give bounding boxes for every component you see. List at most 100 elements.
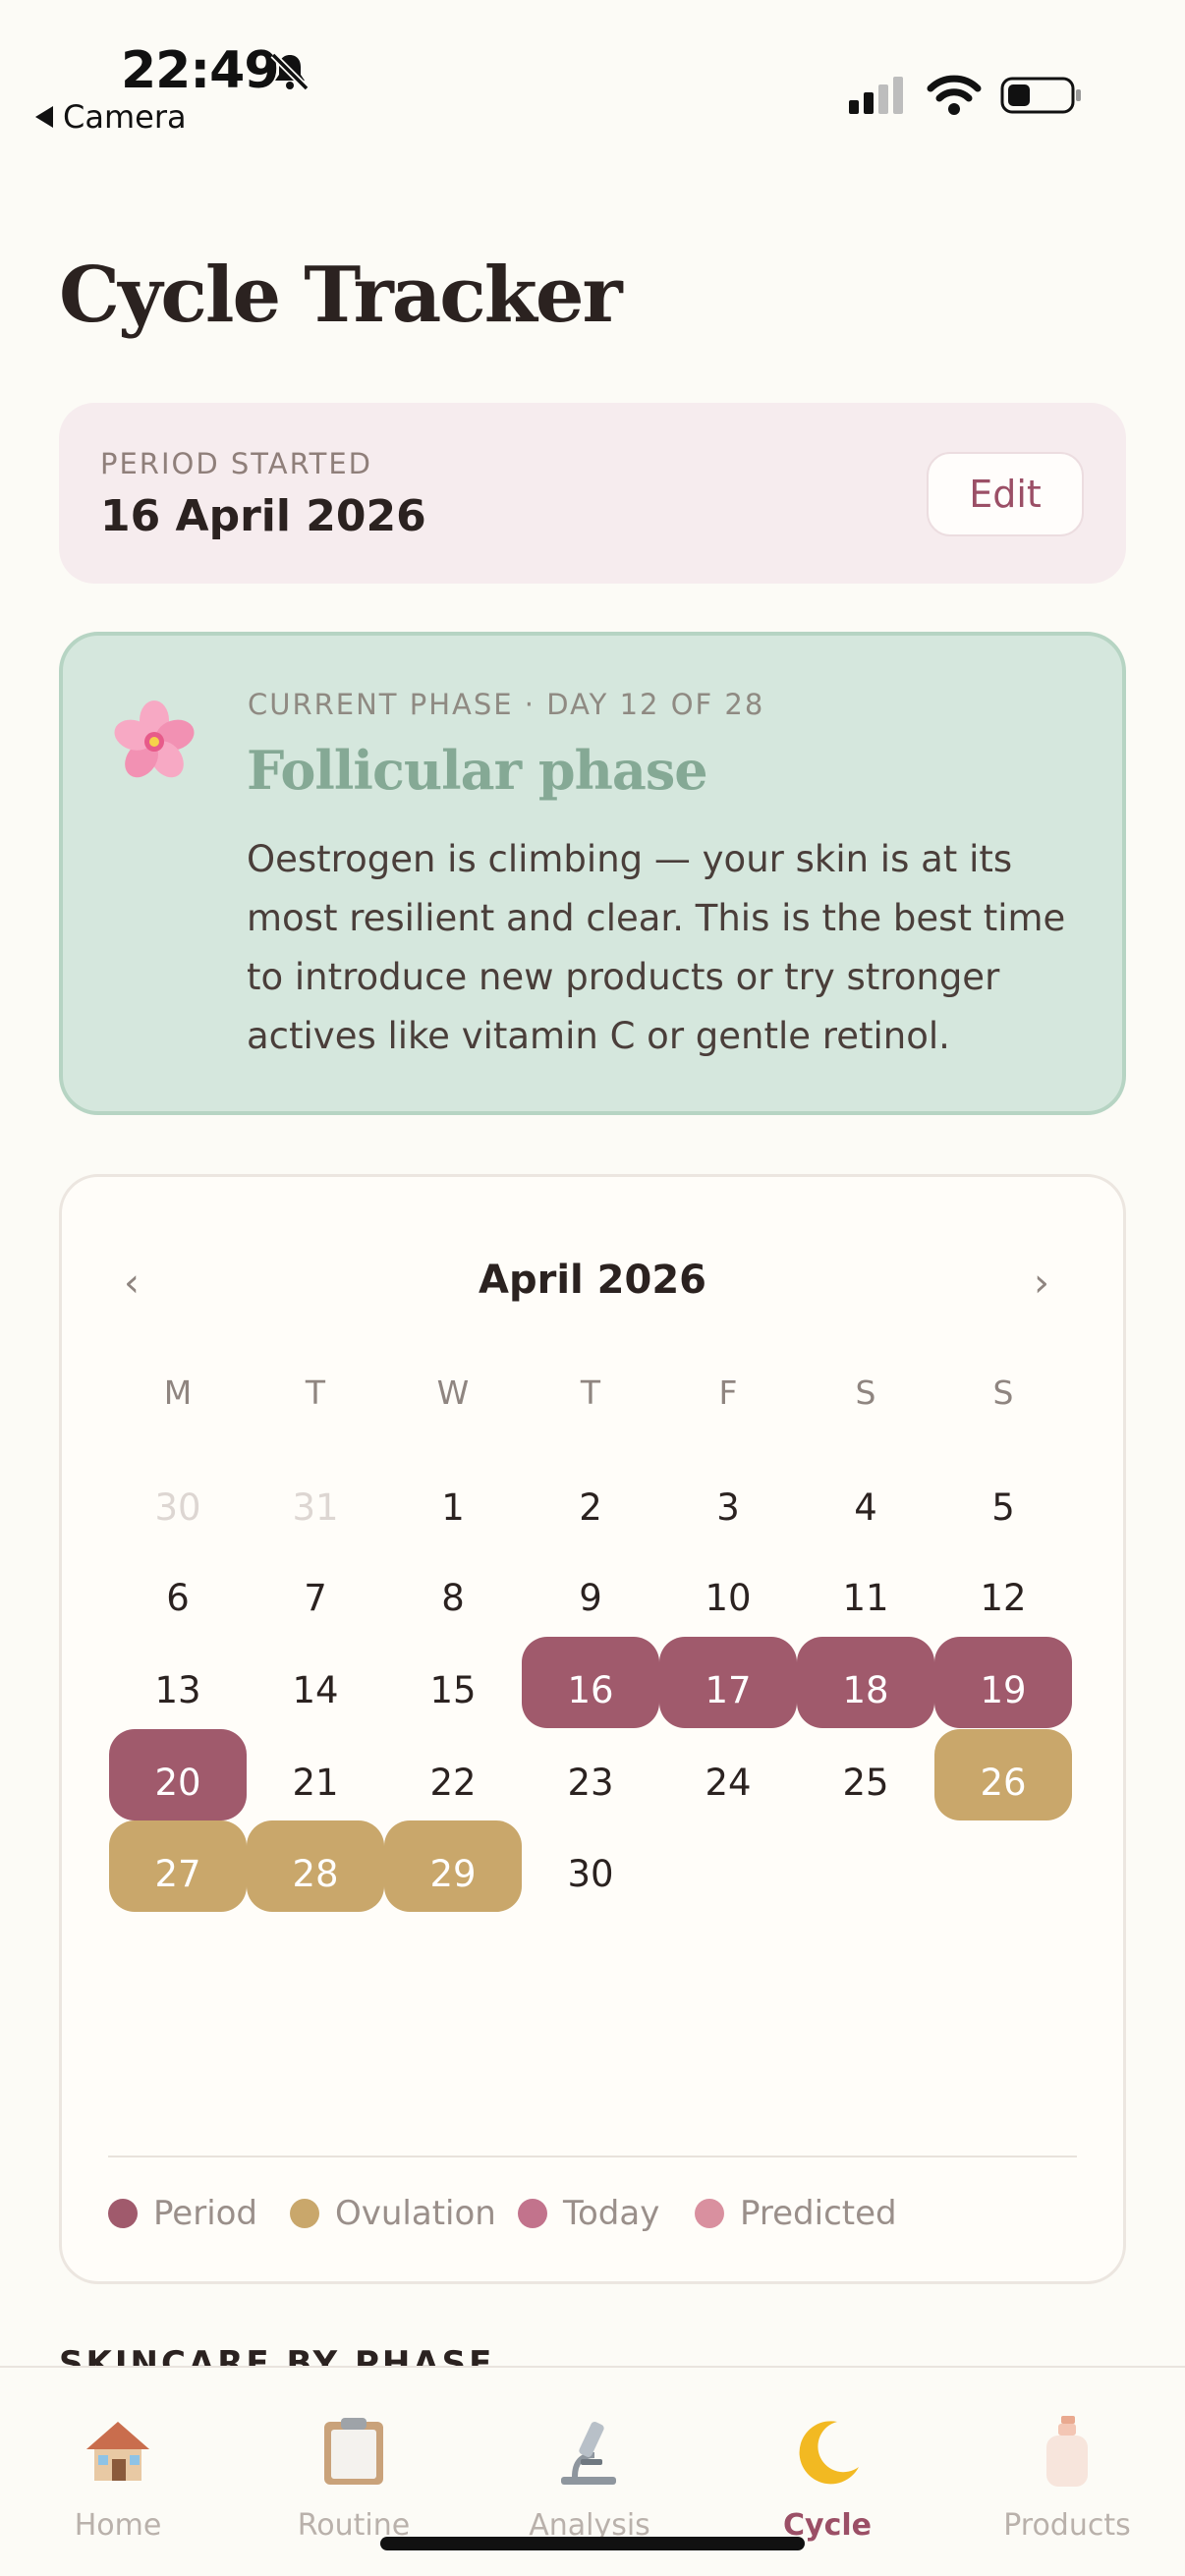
edit-period-button[interactable]: Edit: [927, 452, 1084, 536]
legend-dot-ovulation: [290, 2199, 319, 2228]
calendar-day-number: 19: [980, 1669, 1027, 1711]
calendar-day-number: 13: [154, 1669, 201, 1711]
weekday-label: S: [992, 1373, 1014, 1412]
tab-home[interactable]: Home: [0, 2412, 236, 2543]
calendar-day-number: 18: [842, 1669, 889, 1711]
battery-icon: [1000, 77, 1081, 114]
calendar-day[interactable]: 30: [522, 1820, 659, 1912]
calendar-day[interactable]: 12: [934, 1544, 1072, 1636]
calendar-day-number: 2: [579, 1486, 602, 1529]
calendar-day-number: 24: [705, 1762, 752, 1804]
legend-label: Period: [153, 2194, 258, 2233]
calendar-day-number: 1: [441, 1486, 465, 1529]
calendar-day-number: 26: [980, 1762, 1027, 1804]
calendar-day[interactable]: 26: [934, 1729, 1072, 1820]
calendar-day[interactable]: 25: [797, 1729, 934, 1820]
status-time: 22:49: [121, 41, 280, 100]
phase-name: Follicular phase: [247, 739, 708, 802]
calendar-day-number: 31: [292, 1486, 339, 1529]
calendar-day-number: 4: [854, 1486, 877, 1529]
calendar-day[interactable]: 24: [659, 1729, 797, 1820]
calendar-day[interactable]: 28: [247, 1820, 384, 1912]
calendar-day-number: 8: [441, 1577, 465, 1619]
calendar-day[interactable]: 8: [384, 1544, 522, 1636]
calendar-day-number: 27: [154, 1853, 201, 1895]
tab-analysis[interactable]: Analysis: [472, 2412, 707, 2543]
calendar-day[interactable]: 3: [659, 1454, 797, 1545]
calendar-day-number: 15: [429, 1669, 477, 1711]
calendar-day[interactable]: 4: [797, 1454, 934, 1545]
calendar-day[interactable]: 16: [522, 1637, 659, 1728]
phase-description: Oestrogen is climbing — your skin is at …: [247, 838, 1066, 1057]
weekday-label: W: [436, 1373, 470, 1412]
calendar-day[interactable]: 9: [522, 1544, 659, 1636]
calendar-day[interactable]: 11: [797, 1544, 934, 1636]
calendar-day-number: 22: [429, 1762, 477, 1804]
calendar-day[interactable]: 5: [934, 1454, 1072, 1545]
calendar-month-title: April 2026: [479, 1258, 706, 1303]
calendar-day-number: 10: [705, 1577, 752, 1619]
legend-ovulation: Ovulation: [290, 2194, 496, 2233]
calendar-day-number: 16: [567, 1669, 614, 1711]
weekday-label: M: [163, 1373, 193, 1412]
calendar-day[interactable]: 30: [109, 1454, 247, 1545]
weekday-label: T: [580, 1373, 601, 1412]
legend-today: Today: [518, 2194, 659, 2233]
weekday-label: F: [718, 1373, 738, 1412]
calendar-day[interactable]: 29: [384, 1820, 522, 1912]
calendar-day[interactable]: 21: [247, 1729, 384, 1820]
back-label: Camera: [63, 98, 187, 136]
legend-label: Today: [563, 2194, 660, 2233]
calendar-day[interactable]: 22: [384, 1729, 522, 1820]
tab-label: Home: [74, 2508, 162, 2543]
microscope-icon: [550, 2412, 629, 2491]
skincare-by-phase-heading: SKINCARE BY PHASE: [59, 2344, 495, 2368]
crescent-moon-icon: [788, 2412, 867, 2491]
calendar-day-number: 23: [567, 1762, 614, 1804]
period-started-date: 16 April 2026: [100, 491, 426, 541]
home-indicator[interactable]: [380, 2537, 805, 2550]
calendar-day[interactable]: 6: [109, 1544, 247, 1636]
previous-month-button[interactable]: ‹: [124, 1260, 140, 1306]
weekday-label: S: [855, 1373, 876, 1412]
legend-label: Ovulation: [335, 2194, 496, 2233]
back-to-camera-link[interactable]: Camera: [35, 98, 187, 136]
tab-cycle[interactable]: Cycle: [709, 2412, 945, 2543]
calendar-day-number: 7: [304, 1577, 327, 1619]
calendar-day[interactable]: 15: [384, 1637, 522, 1728]
calendar-day[interactable]: 13: [109, 1637, 247, 1728]
cellular-signal-icon: [849, 77, 903, 114]
calendar-day[interactable]: 19: [934, 1637, 1072, 1728]
calendar-day-number: 30: [567, 1853, 614, 1895]
calendar-day-number: 14: [292, 1669, 339, 1711]
calendar-day[interactable]: 20: [109, 1729, 247, 1820]
next-month-button[interactable]: ›: [1034, 1260, 1049, 1306]
current-phase-label: CURRENT PHASE · DAY 12 OF 28: [248, 688, 765, 721]
legend-divider: [108, 2156, 1077, 2157]
legend-dot-predicted: [695, 2199, 724, 2228]
calendar-day-number: 21: [292, 1762, 339, 1804]
calendar-day[interactable]: 10: [659, 1544, 797, 1636]
calendar-day[interactable]: 2: [522, 1454, 659, 1545]
legend-predicted: Predicted: [695, 2194, 897, 2233]
calendar-day[interactable]: 23: [522, 1729, 659, 1820]
calendar-day[interactable]: 17: [659, 1637, 797, 1728]
calendar-day[interactable]: 27: [109, 1820, 247, 1912]
tab-products[interactable]: Products: [949, 2412, 1185, 2543]
calendar-day[interactable]: 7: [247, 1544, 384, 1636]
calendar-day-number: 30: [154, 1486, 201, 1529]
calendar-day-number: 5: [991, 1486, 1015, 1529]
calendar-day-number: 11: [842, 1577, 889, 1619]
calendar-day-number: 17: [705, 1669, 752, 1711]
house-icon: [79, 2412, 157, 2491]
legend-label: Predicted: [740, 2194, 897, 2233]
tab-routine[interactable]: Routine: [236, 2412, 472, 2543]
lotion-bottle-icon: [1028, 2412, 1106, 2491]
tab-label: Products: [1003, 2508, 1131, 2543]
calendar-day[interactable]: 31: [247, 1454, 384, 1545]
calendar-day[interactable]: 1: [384, 1454, 522, 1545]
calendar-day-number: 20: [154, 1762, 201, 1804]
calendar-day[interactable]: 14: [247, 1637, 384, 1728]
wifi-icon: [927, 75, 982, 115]
calendar-day[interactable]: 18: [797, 1637, 934, 1728]
